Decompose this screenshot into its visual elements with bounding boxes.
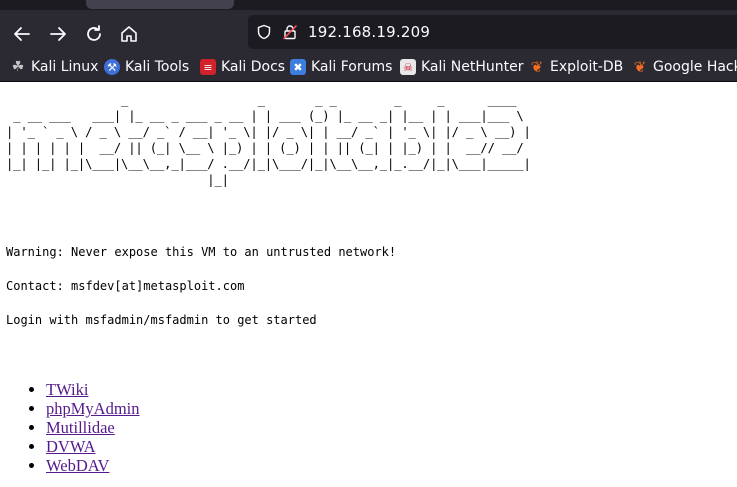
link-phpmyadmin[interactable]: phpMyAdmin [46,399,140,418]
forward-button[interactable] [44,20,72,48]
shield-icon[interactable] [256,15,272,49]
ascii-banner: _ _ _ _ _ _ ____ _ __ ___ ___| |_ __ _ _… [6,93,531,187]
back-arrow-icon [14,27,30,41]
reload-icon [87,25,101,41]
list-item: WebDAV [46,456,140,475]
bookmark-label: Google Hacki [653,59,737,75]
bookmark-google-hacking[interactable]: ❦ Google Hacki [632,52,737,81]
link-webdav[interactable]: WebDAV [46,456,109,475]
contact-text: Contact: msfdev[at]metasploit.com [6,279,245,293]
page-content: _ _ _ _ _ _ ____ _ __ ___ ___| |_ __ _ _… [0,82,737,487]
kali-dragon-icon: ☘ [11,59,25,75]
kali-tools-icon: ⚒ [104,59,120,75]
reload-button[interactable] [80,20,108,48]
ghdb-icon: ❦ [633,58,647,76]
back-button[interactable] [8,20,36,48]
bookmark-label: Kali Linux [31,59,99,75]
bookmark-kali-docs[interactable]: ≡ Kali Docs [200,52,286,81]
link-twiki[interactable]: TWiki [46,380,88,399]
bookmark-kali-forums[interactable]: ✖ Kali Forums [290,52,393,81]
bookmark-label: Kali Docs [221,59,286,75]
warning-text: Warning: Never expose this VM to an untr… [6,245,397,259]
bookmark-kali-tools[interactable]: ⚒ Kali Tools [104,52,190,81]
exploit-db-icon: ❦ [530,58,544,76]
login-text: Login with msfadmin/msfadmin to get star… [6,313,317,327]
url-bar[interactable]: 192.168.19.209 [248,15,737,49]
app-links-list: TWiki phpMyAdmin Mutillidae DVWA WebDAV [46,380,140,475]
active-tab[interactable] [86,0,234,9]
list-item: phpMyAdmin [46,399,140,418]
kali-forums-icon: ✖ [290,59,306,75]
forward-arrow-icon [50,27,66,41]
bookmark-kali-linux[interactable]: ☘ Kali Linux [10,52,99,81]
browser-chrome: 192.168.19.209 ☘ Kali Linux ⚒ Kali Tools… [0,0,737,82]
bookmark-label: Kali NetHunter [421,59,524,75]
bookmark-label: Kali Tools [125,59,190,75]
link-mutillidae[interactable]: Mutillidae [46,418,115,437]
bookmark-label: Exploit-DB [550,59,624,75]
nethunter-icon: ☠ [400,59,416,75]
kali-docs-icon: ≡ [200,59,216,75]
bookmark-label: Kali Forums [311,59,393,75]
bookmark-exploit-db[interactable]: ❦ Exploit-DB [529,52,624,81]
url-text[interactable]: 192.168.19.209 [308,15,430,49]
list-item: Mutillidae [46,418,140,437]
list-item: DVWA [46,437,140,456]
bookmark-kali-nethunter[interactable]: ☠ Kali NetHunter [400,52,524,81]
list-item: TWiki [46,380,140,399]
link-dvwa[interactable]: DVWA [46,437,96,456]
insecure-lock-icon[interactable] [282,15,298,49]
home-icon [121,26,137,42]
bookmarks-toolbar: ☘ Kali Linux ⚒ Kali Tools ≡ Kali Docs ✖ … [0,52,737,82]
home-button[interactable] [115,20,143,48]
